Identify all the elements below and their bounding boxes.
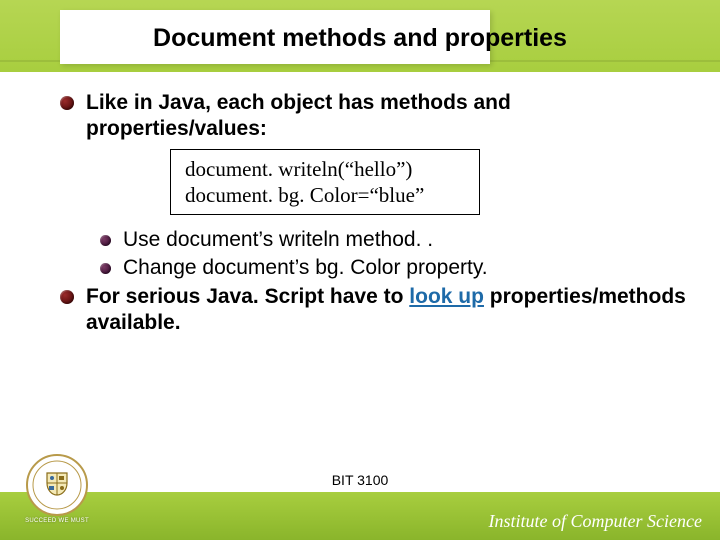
code-line: document. bg. Color=“blue” <box>185 182 465 208</box>
crest-icon <box>25 453 89 517</box>
bullet-icon <box>60 290 74 304</box>
motto-text: SUCCEED WE MUST <box>18 518 96 524</box>
lookup-link[interactable]: look up <box>409 285 484 308</box>
sub-bullet-text: Use document’s writeln method. . <box>123 227 690 253</box>
bullet-text: For serious Java. Script have to look up… <box>86 284 690 337</box>
code-line: document. writeln(“hello”) <box>185 156 465 182</box>
bullet-icon <box>100 263 111 274</box>
bullet-text: Like in Java, each object has methods an… <box>86 90 690 143</box>
bullet-item: For serious Java. Script have to look up… <box>60 284 690 337</box>
bullet-icon <box>100 235 111 246</box>
sub-bullet-item: Change document’s bg. Color property. <box>100 255 690 281</box>
sub-bullet-item: Use document’s writeln method. . <box>100 227 690 253</box>
bullet-icon <box>60 96 74 110</box>
university-crest: SUCCEED WE MUST <box>18 453 96 524</box>
slide-title: Document methods and properties <box>0 24 720 53</box>
slide-body: Like in Java, each object has methods an… <box>60 90 690 342</box>
institute-name: Institute of Computer Science <box>489 511 702 532</box>
sub-bullet-text: Change document’s bg. Color property. <box>123 255 690 281</box>
code-block: document. writeln(“hello”) document. bg.… <box>170 149 480 216</box>
footer-code: BIT 3100 <box>0 472 720 488</box>
bullet-item: Like in Java, each object has methods an… <box>60 90 690 143</box>
bullet-text-fragment: For serious Java. Script have to <box>86 285 409 308</box>
